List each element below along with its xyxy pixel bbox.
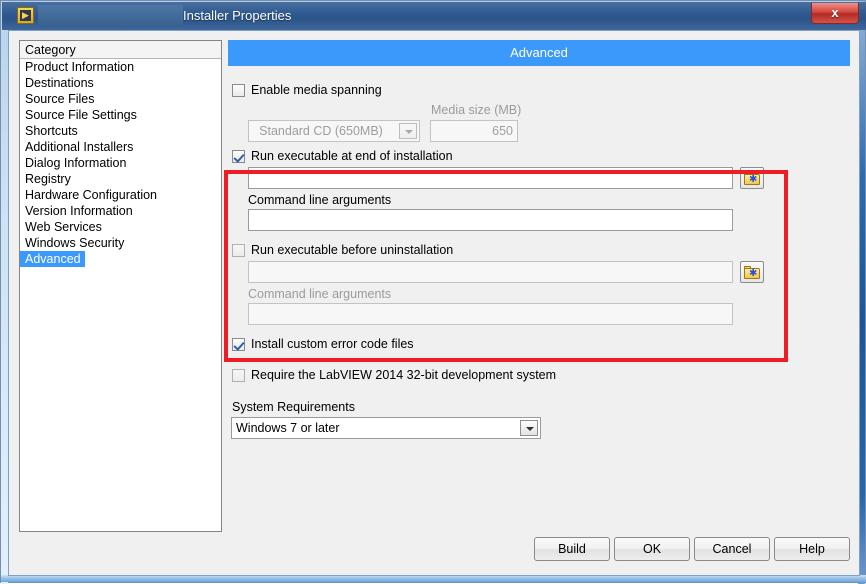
- panel-title: Advanced: [228, 40, 850, 66]
- run-at-end-args-field[interactable]: [248, 209, 733, 231]
- chevron-down-icon[interactable]: [520, 420, 538, 436]
- window-bottom-border: [1, 575, 866, 582]
- system-requirements-label: System Requirements: [232, 400, 355, 414]
- run-before-uninstall-label: Run executable before uninstallation: [251, 243, 454, 257]
- enable-media-spanning-row[interactable]: Enable media spanning: [232, 83, 382, 97]
- sidebar-item-label: Advanced: [20, 251, 85, 267]
- cancel-button[interactable]: Cancel: [694, 537, 770, 561]
- build-button[interactable]: Build: [534, 537, 610, 561]
- sidebar-item-label: Web Services: [25, 220, 102, 234]
- require-labview-row[interactable]: Require the LabVIEW 2014 32-bit developm…: [232, 368, 556, 382]
- sidebar-item-label: Additional Installers: [25, 140, 134, 154]
- chevron-down-icon[interactable]: [399, 123, 417, 139]
- installer-properties-window: ▶ Installer Properties x Category Produc…: [0, 0, 866, 584]
- sidebar-item-label: Version Information: [25, 204, 133, 218]
- sidebar-item-dialog-information[interactable]: Dialog Information: [20, 155, 221, 171]
- run-at-end-checkbox[interactable]: [232, 149, 245, 163]
- run-before-uninstall-checkbox[interactable]: [232, 243, 245, 257]
- media-size-field[interactable]: 650: [430, 120, 518, 142]
- sidebar-item-label: Hardware Configuration: [25, 188, 158, 202]
- run-before-uninstall-args-label: Command line arguments: [248, 287, 392, 301]
- sidebar-item-product-information[interactable]: Product Information: [20, 59, 221, 75]
- close-button[interactable]: x: [811, 3, 859, 24]
- run-at-end-args-label: Command line arguments: [248, 193, 392, 207]
- sidebar-item-label: Source Files: [25, 92, 95, 106]
- sidebar-item-label: Source File Settings: [25, 108, 137, 122]
- help-button[interactable]: Help: [774, 537, 850, 561]
- sidebar-item-additional-installers[interactable]: Additional Installers: [20, 139, 221, 155]
- title-bar[interactable]: ▶ Installer Properties x: [2, 2, 866, 30]
- category-list[interactable]: Category Product Information Destination…: [19, 40, 222, 532]
- sidebar-item-label: Registry: [25, 172, 71, 186]
- run-before-uninstall-path-field[interactable]: [248, 261, 733, 283]
- sidebar-item-registry[interactable]: Registry: [20, 171, 221, 187]
- labview-icon: ▶: [17, 7, 34, 24]
- media-size-label: Media size (MB): [431, 103, 522, 117]
- install-error-codes-row[interactable]: Install custom error code files: [232, 337, 414, 351]
- run-before-uninstall-args-field[interactable]: [248, 303, 733, 325]
- ok-button[interactable]: OK: [614, 537, 690, 561]
- media-type-combo[interactable]: Standard CD (650MB): [248, 120, 420, 142]
- sidebar-item-label: Dialog Information: [25, 156, 127, 170]
- dialog-client-area: Category Product Information Destination…: [9, 31, 859, 575]
- run-at-end-row[interactable]: Run executable at end of installation: [232, 149, 453, 163]
- labview-icon-glyph: ▶: [20, 10, 31, 21]
- run-at-end-path-field[interactable]: [248, 167, 733, 189]
- window-title: Installer Properties: [183, 8, 292, 23]
- system-requirements-combo[interactable]: Windows 7 or later: [231, 417, 541, 439]
- enable-media-spanning-label: Enable media spanning: [251, 83, 382, 97]
- sidebar-item-advanced[interactable]: Advanced: [20, 251, 221, 267]
- category-list-header: Category: [20, 41, 221, 59]
- sidebar-item-source-files[interactable]: Source Files: [20, 91, 221, 107]
- sidebar-item-hardware-configuration[interactable]: Hardware Configuration: [20, 187, 221, 203]
- sidebar-item-label: Product Information: [25, 60, 135, 74]
- run-at-end-browse-button[interactable]: ✱: [740, 167, 764, 189]
- sidebar-item-label: Destinations: [25, 76, 94, 90]
- install-error-codes-checkbox[interactable]: [232, 337, 245, 351]
- folder-browse-icon: ✱: [744, 266, 760, 279]
- run-before-uninstall-row[interactable]: Run executable before uninstallation: [232, 243, 453, 257]
- install-error-codes-label: Install custom error code files: [251, 337, 414, 351]
- run-at-end-label: Run executable at end of installation: [251, 149, 453, 163]
- require-labview-checkbox[interactable]: [232, 368, 245, 382]
- sidebar-item-destinations[interactable]: Destinations: [20, 75, 221, 91]
- sidebar-item-label: Shortcuts: [25, 124, 78, 138]
- system-requirements-value: Windows 7 or later: [236, 421, 340, 435]
- enable-media-spanning-checkbox[interactable]: [232, 83, 245, 97]
- run-before-uninstall-browse-button[interactable]: ✱: [740, 261, 764, 283]
- folder-browse-icon: ✱: [744, 172, 760, 185]
- window-left-border: [1, 1, 8, 584]
- sidebar-item-version-information[interactable]: Version Information: [20, 203, 221, 219]
- sidebar-item-shortcuts[interactable]: Shortcuts: [20, 123, 221, 139]
- sidebar-item-source-file-settings[interactable]: Source File Settings: [20, 107, 221, 123]
- sidebar-item-web-services[interactable]: Web Services: [20, 219, 221, 235]
- advanced-panel: Advanced Enable media spanning Media siz…: [228, 40, 850, 532]
- media-type-value: Standard CD (650MB): [259, 124, 383, 138]
- require-labview-label: Require the LabVIEW 2014 32-bit developm…: [251, 368, 557, 382]
- sidebar-item-label: Windows Security: [25, 236, 125, 250]
- title-bar-inset: [38, 5, 183, 26]
- sidebar-item-windows-security[interactable]: Windows Security: [20, 235, 221, 251]
